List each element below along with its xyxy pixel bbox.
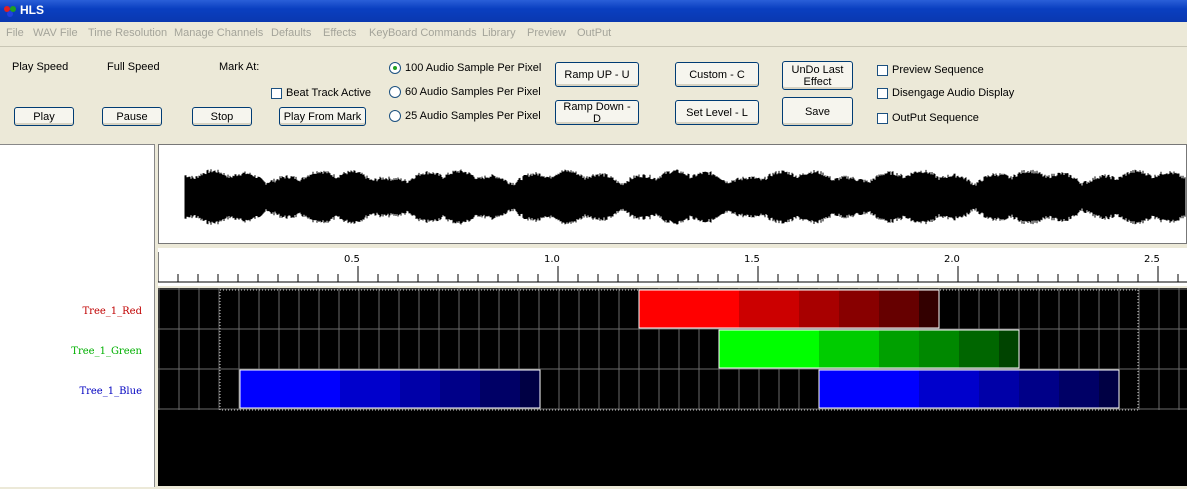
resolution-option-100[interactable]: 100 Audio Sample Per Pixel: [389, 62, 541, 74]
menu-bar: File WAV File Time Resolution Manage Cha…: [0, 24, 1187, 44]
beat-track-label: Beat Track Active: [286, 87, 371, 99]
save-button[interactable]: Save: [782, 97, 853, 126]
ruler-tick-label: 2.5: [1144, 254, 1160, 265]
menu-defaults[interactable]: Defaults: [271, 27, 311, 39]
beat-track-checkbox[interactable]: Beat Track Active: [271, 87, 371, 99]
channel-label-red[interactable]: Tree_1_Red: [83, 306, 143, 317]
preview-sequence-label: Preview Sequence: [892, 64, 984, 76]
ruler-tick-label: 0.5: [344, 254, 360, 265]
undo-button[interactable]: UnDo Last Effect: [782, 61, 853, 90]
disengage-audio-checkbox[interactable]: Disengage Audio Display: [877, 87, 1014, 99]
menu-library[interactable]: Library: [482, 27, 516, 39]
output-sequence-label: OutPut Sequence: [892, 112, 979, 124]
sequence-grid-graphic: [158, 288, 1187, 411]
menu-keyboard-commands[interactable]: KeyBoard Commands: [369, 27, 477, 39]
menu-time-resolution[interactable]: Time Resolution: [88, 27, 167, 39]
ramp-up-button[interactable]: Ramp UP - U: [555, 62, 639, 87]
set-level-button[interactable]: Set Level - L: [675, 100, 759, 125]
radio-unselected[interactable]: [389, 110, 401, 122]
play-button[interactable]: Play: [14, 107, 74, 126]
effect-green-ramp-down[interactable]: [718, 329, 1020, 369]
menu-wav-file[interactable]: WAV File: [33, 27, 78, 39]
ruler-tick-label: 1.5: [744, 254, 760, 265]
checkbox-box[interactable]: [877, 112, 888, 124]
ramp-down-button[interactable]: Ramp Down - D: [555, 100, 639, 125]
window-title: HLS: [20, 3, 44, 17]
effect-blue-ramp-down-2[interactable]: [818, 369, 1120, 409]
ruler-tick-label: 1.0: [544, 254, 560, 265]
radio-selected[interactable]: [389, 62, 401, 74]
menu-manage-channels[interactable]: Manage Channels: [174, 27, 263, 39]
play-from-mark-button[interactable]: Play From Mark: [279, 107, 366, 126]
mark-at-label: Mark At:: [219, 61, 260, 73]
checkbox-box[interactable]: [877, 87, 888, 99]
menu-effects[interactable]: Effects: [323, 27, 356, 39]
menu-output[interactable]: OutPut: [577, 27, 611, 39]
app-icon: [4, 6, 16, 17]
stop-button[interactable]: Stop: [192, 107, 252, 126]
time-ruler[interactable]: 0.5 1.0 1.5 2.0 2.5: [157, 248, 1187, 286]
preview-sequence-checkbox[interactable]: Preview Sequence: [877, 64, 984, 76]
sequence-grid[interactable]: [158, 288, 1187, 486]
custom-button[interactable]: Custom - C: [675, 62, 759, 87]
full-speed-label: Full Speed: [107, 61, 160, 73]
checkbox-box[interactable]: [271, 87, 282, 99]
audio-waveform[interactable]: [158, 144, 1187, 244]
resolution-60-label: 60 Audio Samples Per Pixel: [405, 86, 541, 98]
ruler-tick-label: 2.0: [944, 254, 960, 265]
pause-button[interactable]: Pause: [102, 107, 162, 126]
channel-label-green[interactable]: Tree_1_Green: [71, 346, 142, 357]
channel-list-panel: Tree_1_Red Tree_1_Green Tree_1_Blue: [0, 144, 155, 487]
channel-label-blue[interactable]: Tree_1_Blue: [79, 386, 142, 397]
play-speed-label: Play Speed: [12, 61, 69, 73]
waveform-graphic: [184, 169, 1186, 225]
resolution-option-25[interactable]: 25 Audio Samples Per Pixel: [389, 110, 541, 122]
output-sequence-checkbox[interactable]: OutPut Sequence: [877, 112, 979, 124]
resolution-option-60[interactable]: 60 Audio Samples Per Pixel: [389, 86, 541, 98]
radio-unselected[interactable]: [389, 86, 401, 98]
title-bar: HLS: [0, 0, 1187, 22]
controls-panel: Play Speed Full Speed Mark At: Play Paus…: [0, 46, 1187, 141]
disengage-audio-label: Disengage Audio Display: [892, 87, 1015, 99]
effect-blue-ramp-down-1[interactable]: [239, 369, 541, 409]
menu-file[interactable]: File: [6, 27, 24, 39]
checkbox-box[interactable]: [877, 64, 888, 76]
resolution-100-label: 100 Audio Sample Per Pixel: [405, 62, 542, 74]
effect-red-ramp-down[interactable]: [638, 289, 940, 329]
menu-preview[interactable]: Preview: [527, 27, 566, 39]
ruler-graphic: 0.5 1.0 1.5 2.0 2.5: [157, 252, 1187, 283]
resolution-25-label: 25 Audio Samples Per Pixel: [405, 110, 541, 122]
